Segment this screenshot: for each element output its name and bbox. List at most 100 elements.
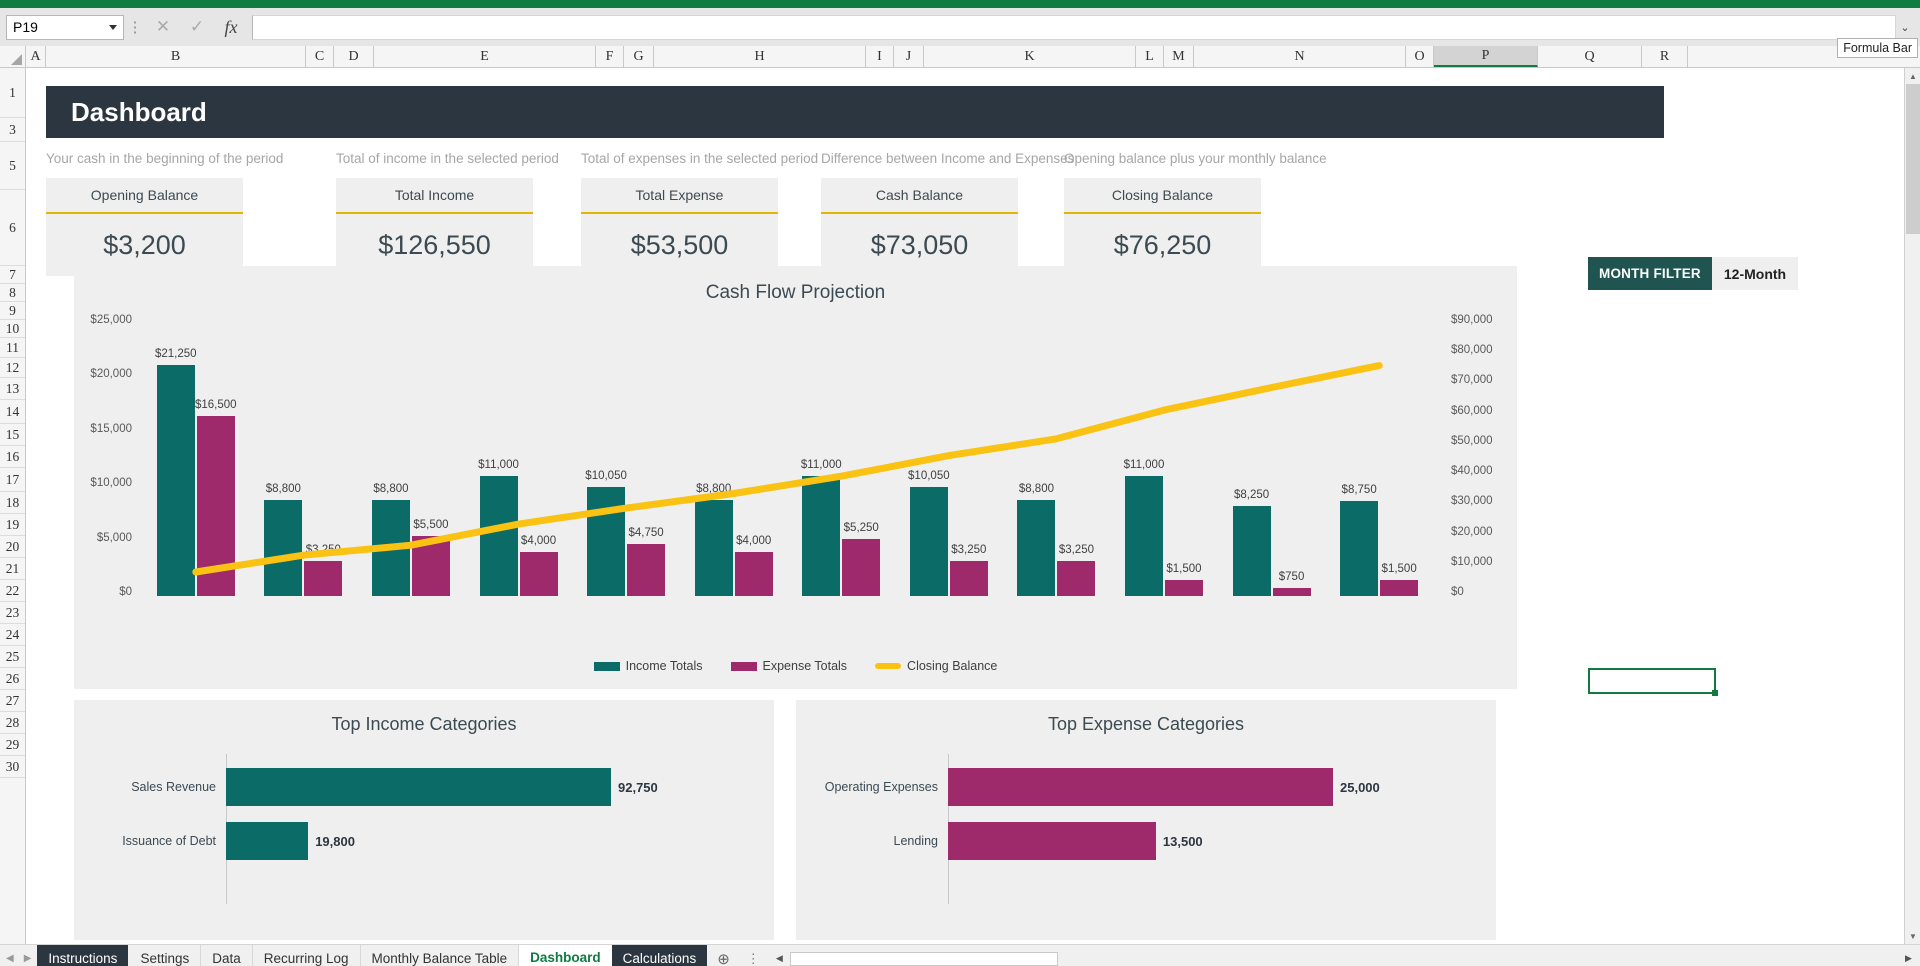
column-header-G[interactable]: G [624,46,654,67]
chevron-down-icon[interactable] [109,24,117,30]
column-header-B[interactable]: B [46,46,306,67]
column-header-M[interactable]: M [1164,46,1194,67]
horizontal-scrollbar-thumb[interactable] [789,951,1058,966]
sheet-tab-monthly-balance-table[interactable]: Monthly Balance Table [361,945,520,966]
month-filter-slicer[interactable]: MONTH FILTER 12-Month [1588,257,1799,290]
active-cell-selection[interactable] [1588,668,1718,696]
row-header-25[interactable]: 25 [0,646,25,668]
vertical-scrollbar-thumb[interactable] [1906,84,1920,234]
column-header-J[interactable]: J [894,46,924,67]
kpi-label-3: Cash Balance [821,178,1018,214]
bar-group-11: $8,250 $750 [1218,324,1326,596]
sheet-tab-nav[interactable]: ◀ ▶ [0,945,37,966]
horizontal-scrollbar[interactable]: ◀ ▶ [768,945,1920,966]
sheet-tab-recurring-log[interactable]: Recurring Log [253,945,361,966]
row-header-10[interactable]: 10 [0,320,25,338]
row-header-8[interactable]: 8 [0,284,25,302]
scroll-up-icon[interactable]: ▲ [1905,68,1920,84]
column-header-A[interactable]: A [26,46,46,67]
row-header-11[interactable]: 11 [0,338,25,358]
row-header-13[interactable]: 13 [0,378,25,400]
column-header-F[interactable]: F [596,46,624,67]
row-header-22[interactable]: 22 [0,580,25,602]
sheet-tab-calculations[interactable]: Calculations [611,945,708,966]
column-header-row: ABCDEFGHIJKLMNOPQR [0,46,1920,68]
row-header-9[interactable]: 9 [0,302,25,320]
name-box[interactable]: P19 [6,14,124,40]
sheet-tab-instructions[interactable]: Instructions [37,945,129,966]
row-header-5[interactable]: 5 [0,142,25,190]
column-header-K[interactable]: K [924,46,1136,67]
row-header-15[interactable]: 15 [0,424,25,446]
scroll-down-icon[interactable]: ▼ [1905,928,1920,944]
sheet-tab-dashboard[interactable]: Dashboard [519,945,612,966]
column-header-N[interactable]: N [1194,46,1406,67]
formula-bar-overflow-icon[interactable]: ⋮ [124,20,146,35]
tab-nav-prev-icon[interactable]: ◀ [6,953,14,964]
legend-item-0[interactable]: Income Totals [593,659,703,673]
income-bar-label-10: $11,000 [1123,459,1165,472]
row-header-14[interactable]: 14 [0,400,25,424]
hscroll-right-icon[interactable]: ▶ [1901,953,1916,964]
expense-name-1: Lending [893,834,939,848]
select-all-corner[interactable] [0,46,26,67]
row-header-20[interactable]: 20 [0,536,25,558]
top-expense-categories-chart: Top Expense Categories Operating Expense… [796,700,1496,940]
kpi-description-4: Opening balance plus your monthly balanc… [1064,151,1327,166]
column-header-L[interactable]: L [1136,46,1164,67]
row-header-18[interactable]: 18 [0,492,25,514]
expense-bar-5: $4,750 [627,527,666,596]
column-header-Q[interactable]: Q [1538,46,1642,67]
chart-legend[interactable]: Income Totals Expense Totals Closing Balan… [74,659,1517,673]
vertical-scrollbar[interactable]: ▲ ▼ [1904,68,1920,944]
legend-item-1[interactable]: Expense Totals [730,659,847,673]
hscroll-left-icon[interactable]: ◀ [772,953,787,964]
row-header-28[interactable]: 28 [0,712,25,734]
expense-chart-title: Top Expense Categories [1047,714,1245,734]
expand-formula-bar-icon[interactable]: ⌄ [1896,21,1914,34]
row-header-7[interactable]: 7 [0,266,25,284]
column-header-O[interactable]: O [1406,46,1434,67]
row-header-29[interactable]: 29 [0,734,25,756]
column-header-P[interactable]: P [1434,46,1538,67]
column-header-H[interactable]: H [654,46,866,67]
row-header-17[interactable]: 17 [0,468,25,492]
sheet-tab-overflow-icon[interactable]: ⋮ [739,945,768,966]
row-header-21[interactable]: 21 [0,558,25,580]
income-bar-8: $10,050 [908,470,950,596]
left-axis-tick-0: $0 [119,586,132,598]
sheet-tab-data[interactable]: Data [201,945,253,966]
row-header-27[interactable]: 27 [0,690,25,712]
column-header-R[interactable]: R [1642,46,1688,67]
bar-group-2: $8,800 $3,250 [250,324,358,596]
row-header-23[interactable]: 23 [0,602,25,624]
cancel-icon[interactable]: ✕ [146,13,180,41]
tab-nav-next-icon[interactable]: ▶ [24,953,32,964]
horizontal-scrollbar-track[interactable] [789,951,1898,966]
row-header-30[interactable]: 30 [0,756,25,778]
expense-bar-label-9: $3,250 [1058,543,1094,556]
column-header-E[interactable]: E [374,46,596,67]
formula-input[interactable] [252,14,1896,40]
column-header-I[interactable]: I [866,46,894,67]
row-header-3[interactable]: 3 [0,118,25,142]
insert-function-icon[interactable]: fx [214,13,248,41]
sheet-tab-settings[interactable]: Settings [129,945,202,966]
row-header-12[interactable]: 12 [0,358,25,378]
income-value-1: 19,800 [315,833,355,849]
slicer-option-12-month[interactable]: 12-Month [1711,257,1799,290]
row-header-24[interactable]: 24 [0,624,25,646]
row-header-1[interactable]: 1 [0,68,25,118]
row-header-19[interactable]: 19 [0,514,25,536]
row-header-6[interactable]: 6 [0,190,25,266]
kpi-card-3: Cash Balance $73,050 [821,178,1018,276]
confirm-icon[interactable]: ✓ [180,13,214,41]
column-header-C[interactable]: C [306,46,334,67]
row-header-26[interactable]: 26 [0,668,25,690]
new-sheet-button[interactable]: ⊕ [708,945,739,966]
formula-bar-tooltip: Formula Bar [1837,38,1918,58]
column-header-D[interactable]: D [334,46,374,67]
sheet-canvas[interactable]: Dashboard Your cash in the beginning of … [26,68,1920,944]
legend-item-2[interactable]: Closing Balance [875,659,997,673]
row-header-16[interactable]: 16 [0,446,25,468]
